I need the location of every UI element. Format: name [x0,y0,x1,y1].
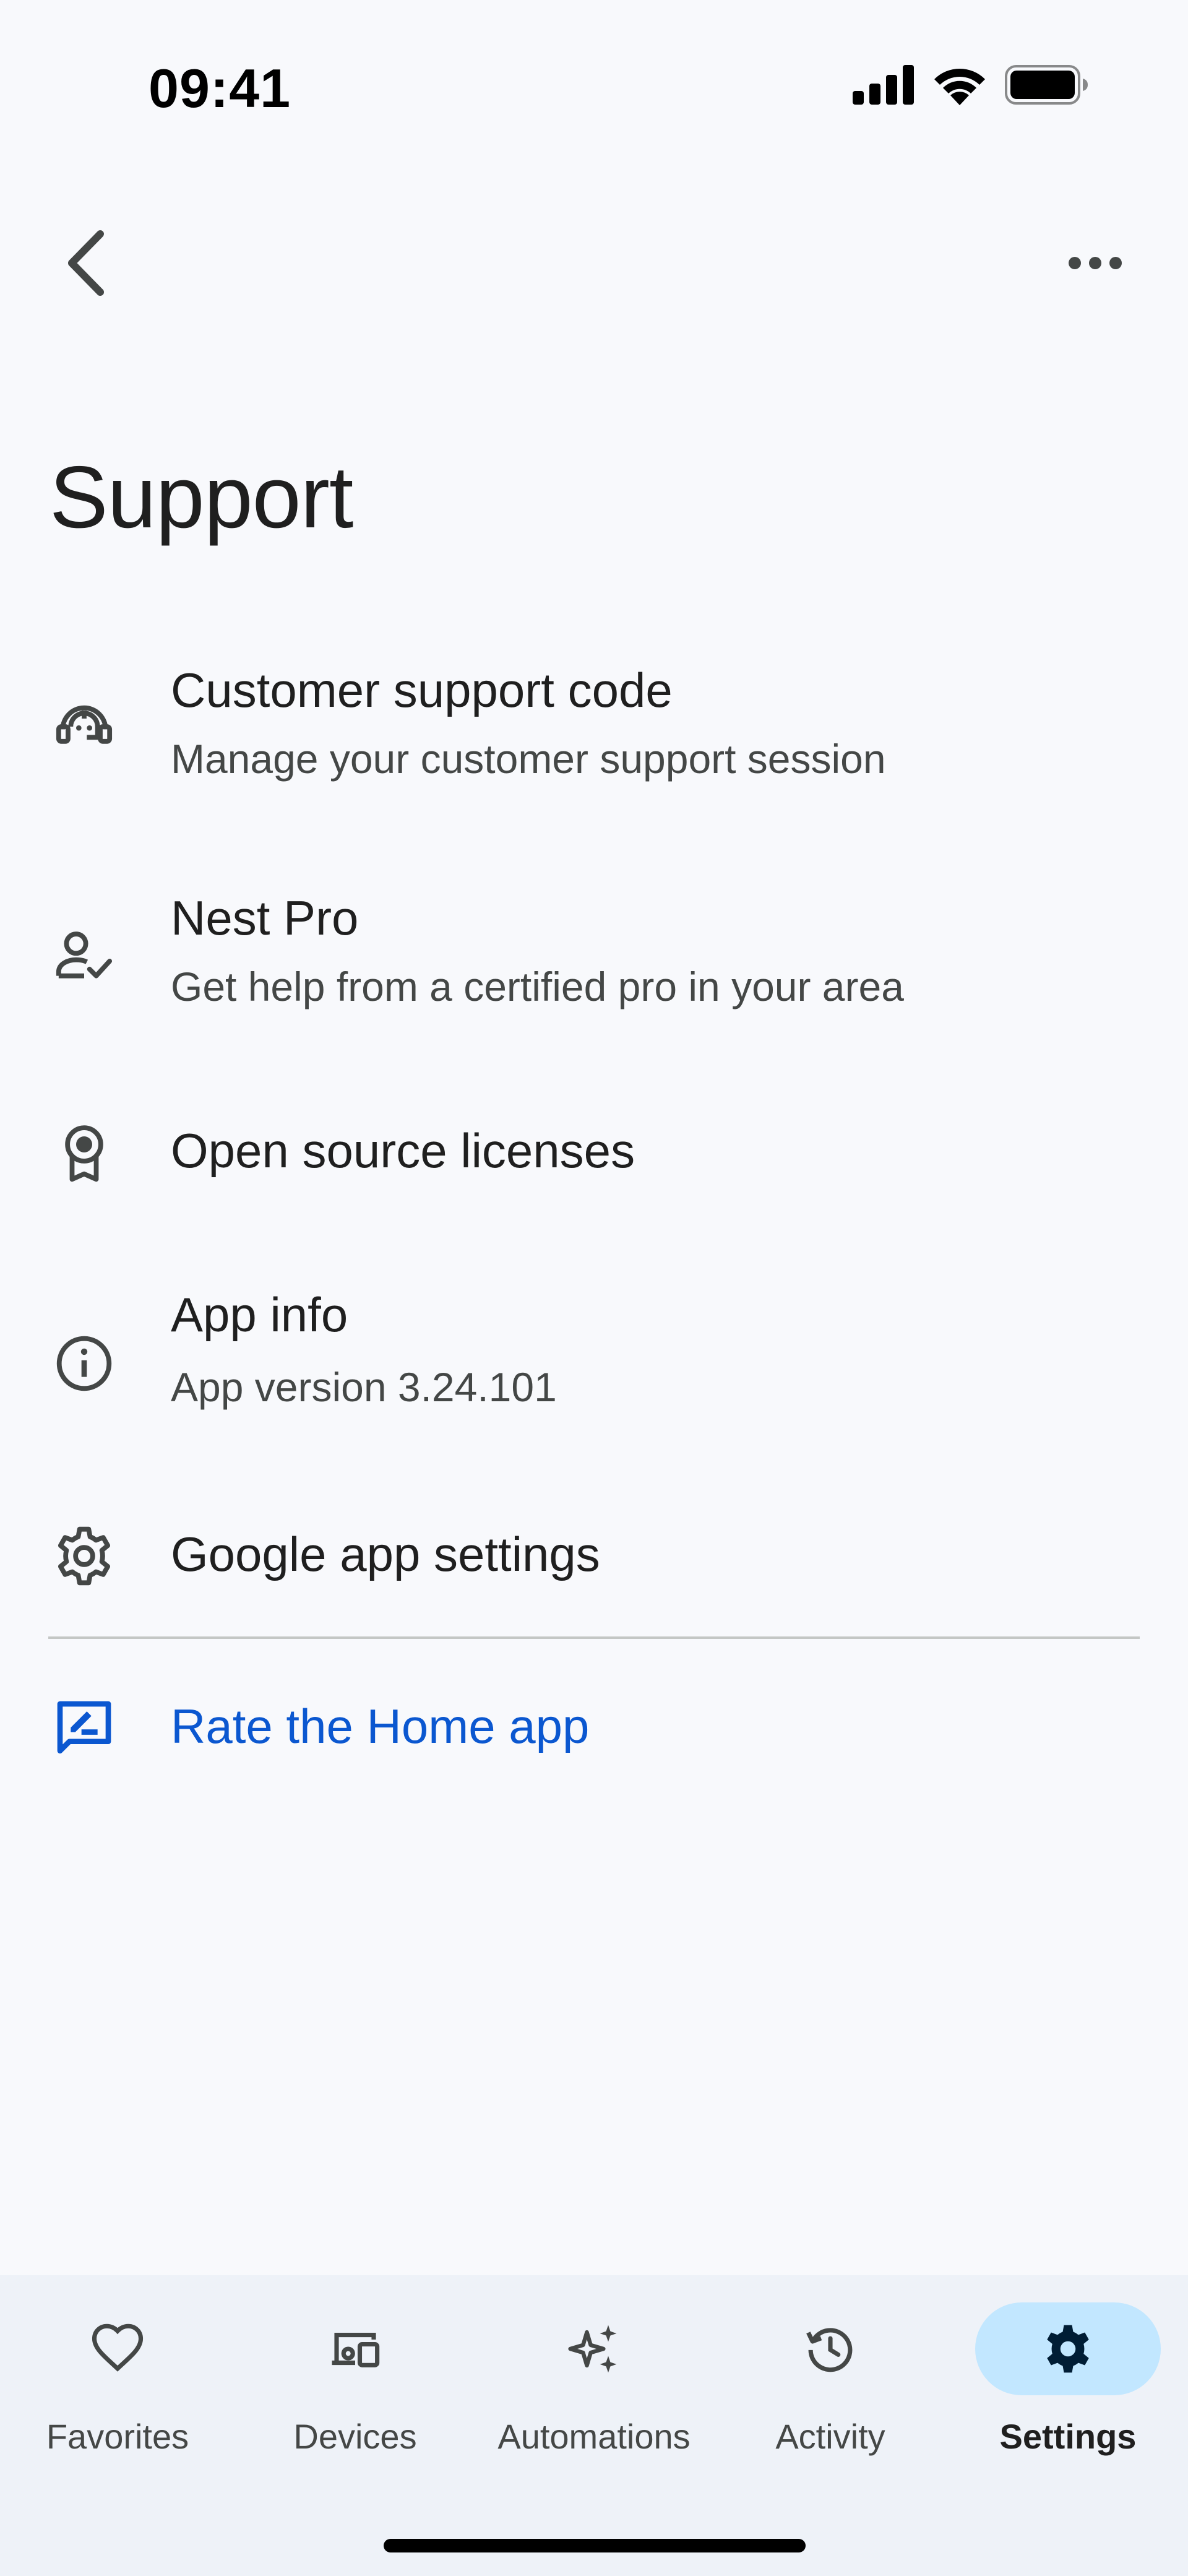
devices-icon [332,2332,380,2367]
more-options-button[interactable] [1058,226,1132,300]
nav-icon-container [738,2302,923,2395]
cellular-signal-icon [853,65,914,105]
list-item-nest-pro[interactable]: Nest Pro Get help from a certified pro i… [0,884,1188,1039]
nav-label: Automations [497,2417,691,2456]
item-title: Nest Pro [171,891,359,945]
nav-icon-container [501,2302,687,2395]
status-time: 09:41 [148,58,291,119]
nav-label: Activity [775,2417,885,2456]
item-subtitle: Manage your customer support session [171,736,886,782]
nav-item-automations[interactable]: Automations [495,2296,693,2482]
chevron-left-icon [68,230,104,296]
back-button[interactable] [50,220,124,306]
item-title: Customer support code [171,663,673,717]
more-horizontal-icon [1069,257,1122,269]
nav-icon-container [262,2302,448,2395]
history-icon [806,2328,853,2372]
item-title: App info [171,1287,348,1342]
support-agent-icon [48,691,120,763]
heart-icon [92,2323,144,2372]
page-title: Support [50,448,353,547]
list-item-app-info[interactable]: App info App version 3.24.101 [0,1284,1188,1439]
gear-icon [48,1520,120,1592]
nav-item-devices[interactable]: Devices [256,2296,454,2482]
sparkle-icon [568,2325,617,2373]
nav-item-settings[interactable]: Settings [969,2296,1167,2482]
status-icons [853,64,1089,105]
feedback-icon [48,1692,120,1764]
item-subtitle: Get help from a certified pro in your ar… [171,964,904,1009]
verified-user-icon [48,918,120,990]
nav-label: Settings [999,2417,1137,2456]
rate-home-app-label: Rate the Home app [171,1699,590,1753]
battery-icon [1005,65,1088,105]
item-subtitle: App version 3.24.101 [171,1364,557,1410]
list-item-open-source-licenses[interactable]: Open source licenses [0,1108,1188,1201]
list-item-google-app-settings[interactable]: Google app settings [0,1511,1188,1604]
nav-item-activity[interactable]: Activity [731,2296,929,2482]
list-item-customer-support-code[interactable]: Customer support code Manage your custom… [0,656,1188,811]
nav-label: Devices [293,2417,417,2456]
home-indicator [384,2539,806,2552]
rate-home-app-link[interactable]: Rate the Home app [0,1683,1188,1776]
item-title: Google app settings [171,1527,600,1581]
info-icon [48,1328,120,1399]
nav-icon-container [975,2302,1161,2395]
nav-label: Favorites [46,2417,189,2456]
divider [48,1636,1140,1639]
nav-item-favorites[interactable]: Favorites [19,2296,217,2482]
nav-icon-container [25,2302,210,2395]
wifi-icon [934,69,985,105]
item-title: Open source licenses [171,1123,635,1178]
gear-icon [1047,2325,1089,2373]
license-badge-icon [48,1117,120,1188]
